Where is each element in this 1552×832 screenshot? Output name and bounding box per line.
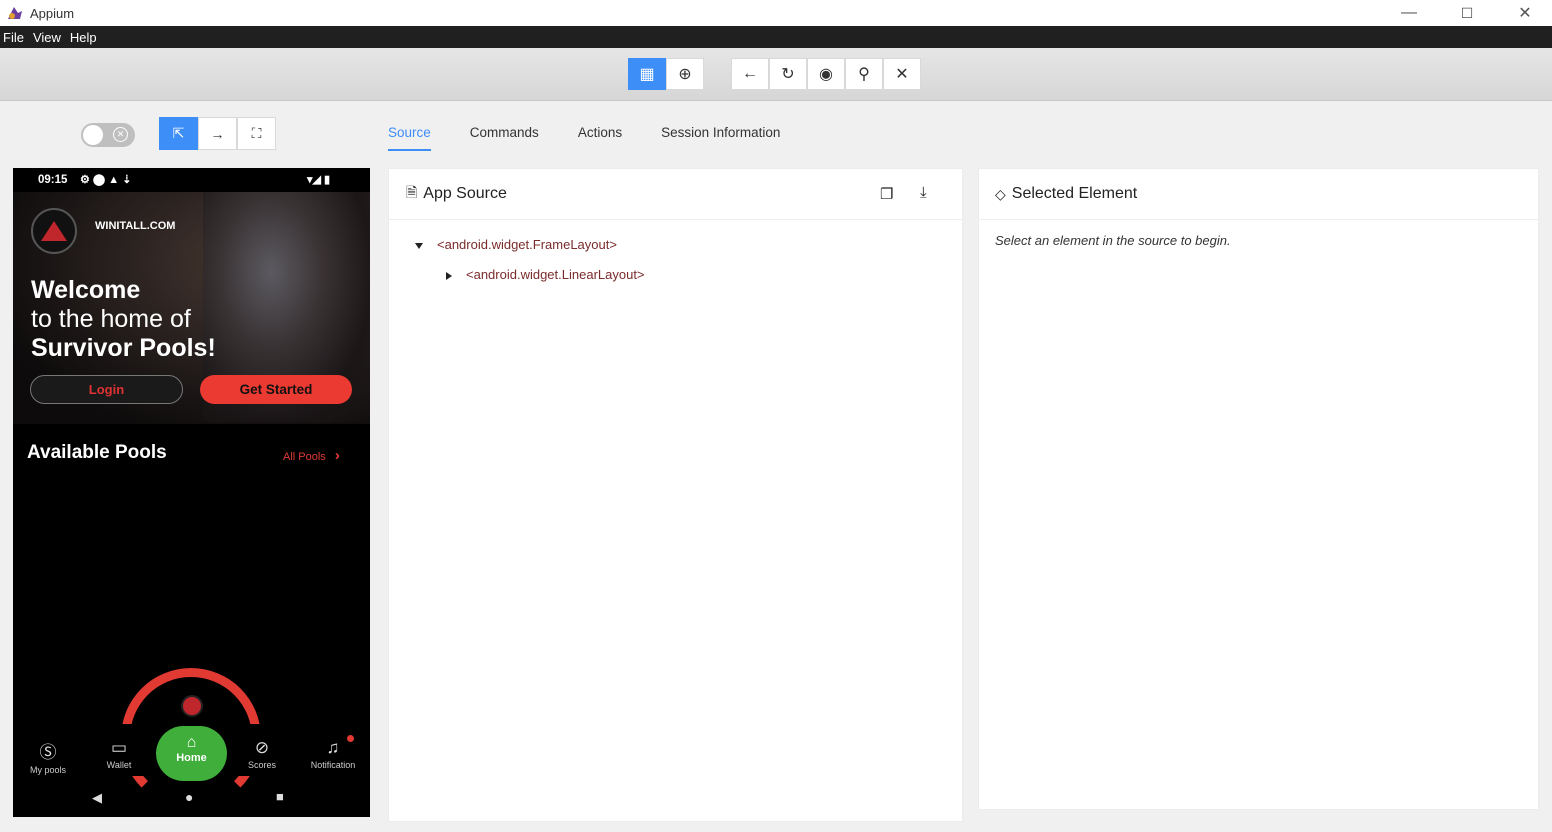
app-source-header: 🗎 App Source ❐ ⤓ [389,169,962,220]
welcome-line-2: to the home of [31,305,191,333]
swipe-icon: → [210,125,225,142]
toolbar: ▦ ⊕ ← ↻ ◉ ⚲ ✕ [0,48,1552,101]
tree-node-label: <android.widget.LinearLayout> [466,267,645,282]
nav-scores-label: Scores [247,760,276,770]
toggle-knob [83,125,103,145]
device-status-bar: 09:15 ⚙ ⬤ ▲ ⇣ ▾◢ ▮ [13,168,370,192]
window-title: Appium [30,5,75,21]
dollar-circle-icon: Ⓢ [39,743,57,762]
nav-home-label: Home [176,752,207,764]
nav-notification[interactable]: ♫ Notification [305,738,361,770]
maximize-button[interactable]: ☐ [1438,0,1496,26]
selected-element-hint: Select an element in the source to begin… [995,233,1231,248]
globe-icon: ⊕ [678,66,692,83]
android-system-nav: ◀ ● ■ [13,782,370,817]
winitall-logo-icon [31,208,77,254]
tab-bar: Source Commands Actions Session Informat… [388,117,819,153]
nav-my-pools-label: My pools [29,765,66,775]
tag-icon: ◇ [995,185,1006,202]
eye-icon: ◉ [819,66,833,83]
native-view-button[interactable]: ▦ [628,58,666,90]
system-back-icon[interactable]: ◀ [92,790,102,806]
status-right-icons: ▾◢ ▮ [307,174,331,186]
tab-session-information[interactable]: Session Information [661,117,780,151]
tree-node-label: <android.widget.FrameLayout> [437,237,617,252]
back-button[interactable]: ← [731,58,769,90]
device-screenshot[interactable]: 09:15 ⚙ ⬤ ▲ ⇣ ▾◢ ▮ WINITALL.COM Welcome … [13,168,370,817]
tree-node-linearlayout[interactable]: <android.widget.LinearLayout> [446,267,645,282]
swipe-mode-button[interactable]: → [198,117,237,150]
web-view-button[interactable]: ⊕ [666,58,704,90]
status-left-icons: ⚙ ⬤ ▲ ⇣ [80,174,132,186]
select-element-icon: ⇱ [172,125,185,141]
notification-badge [347,735,354,742]
download-icon[interactable]: ⤓ [920,184,927,201]
nav-scores[interactable]: ⊘ Scores [234,738,290,770]
minimize-button[interactable]: — [1380,0,1438,26]
copy-xml-icon[interactable]: ❐ [880,185,893,203]
caret-down-icon[interactable] [415,242,423,249]
title-bar: Appium [0,0,1552,26]
welcome-line-3: Survivor Pools! [31,334,216,362]
tap-coordinates-mode-button[interactable]: ⛶ [237,117,276,150]
screenshot-toggle[interactable]: ✕ [81,123,135,147]
login-button[interactable]: Login [30,375,183,404]
file-icon: 🗎 [406,184,418,200]
app-source-title: App Source [423,185,507,202]
tab-source[interactable]: Source [388,117,431,151]
welcome-line-1: Welcome [31,276,141,304]
tab-actions[interactable]: Actions [578,117,622,151]
chevron-right-icon: › [334,447,340,464]
tree-node-framelayout[interactable]: <android.widget.FrameLayout> [415,237,617,252]
menu-help[interactable]: Help [70,30,97,45]
wallet-icon: ▭ [110,738,128,757]
football-icon: ⊘ [254,738,270,757]
grid-icon: ▦ [639,66,655,83]
nav-wallet[interactable]: ▭ Wallet [91,738,147,770]
nav-my-pools[interactable]: Ⓢ My pools [20,738,76,775]
select-elements-mode-button[interactable]: ⇱ [159,117,198,150]
all-pools-link[interactable]: All Pools › [283,447,340,464]
back-arrow-icon: ← [742,65,758,82]
close-window-button[interactable]: ✕ [1496,0,1552,26]
selected-element-title: Selected Element [1011,185,1138,202]
welcome-heading: Welcome to the home of Survivor Pools! [31,276,216,363]
menu-view[interactable]: View [33,30,61,45]
close-icon: ✕ [895,66,909,83]
menu-file[interactable]: File [3,30,24,45]
refresh-button[interactable]: ↻ [769,58,807,90]
refresh-icon: ↻ [781,66,795,83]
brand-label: WINITALL.COM [95,220,176,232]
selected-element-panel: ◇ Selected Element Select an element in … [978,168,1539,810]
quit-session-button[interactable]: ✕ [883,58,921,90]
status-time: 09:15 [38,174,68,186]
all-pools-label: All Pools [283,451,326,463]
toggle-off-icon: ✕ [113,127,128,142]
tab-commands[interactable]: Commands [470,117,539,151]
caret-right-icon[interactable] [446,271,452,280]
system-home-icon[interactable]: ● [185,789,193,805]
system-recents-icon[interactable]: ■ [276,789,284,804]
nav-wallet-label: Wallet [106,760,132,770]
available-pools-heading: Available Pools [27,442,167,463]
tap-coordinates-icon: ⛶ [251,125,262,141]
nav-home-button[interactable]: ⌂ Home [156,726,227,781]
menu-bar: File View Help [0,26,1552,48]
coin-icon [181,695,203,717]
get-started-button[interactable]: Get Started [200,375,352,404]
home-icon: ⌂ [186,734,197,751]
selected-element-header: ◇ Selected Element [979,169,1538,220]
nav-notification-label: Notification [310,760,356,770]
appium-logo-icon [8,7,22,19]
app-source-panel: 🗎 App Source ❐ ⤓ <android.widget.FrameLa… [388,168,963,822]
search-icon: ⚲ [858,66,870,83]
show-elements-button[interactable]: ◉ [807,58,845,90]
search-button[interactable]: ⚲ [845,58,883,90]
